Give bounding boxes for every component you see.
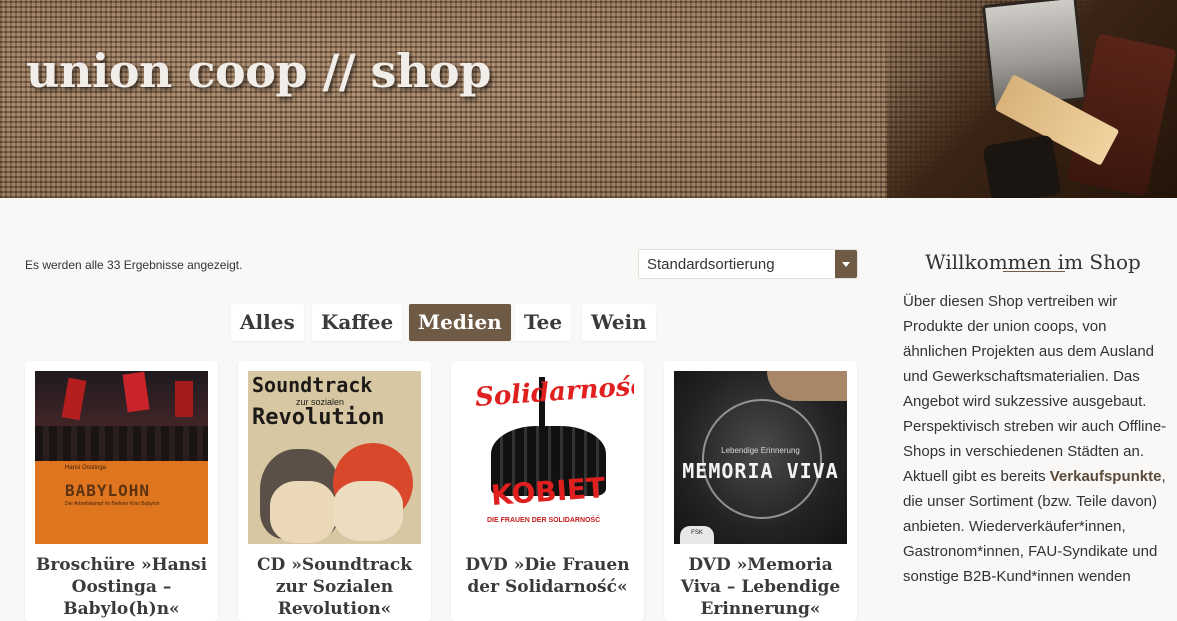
- product-card[interactable]: Lebendige Erinnerung MEMORIA VIVA FSK DV…: [664, 361, 857, 621]
- header-banner: union coop // shop: [0, 0, 1177, 198]
- product-title[interactable]: DVD »Die Frauen der Solidarność«: [457, 554, 638, 598]
- product-title[interactable]: Broschüre »Hansi Oostinga – Babylo(h)n«: [31, 554, 212, 620]
- product-image[interactable]: Hansi Oostinga BABYLOHN Der Arbeitskampf…: [35, 371, 208, 544]
- product-image[interactable]: Solidarność KOBIET DIE FRAUEN DER SOLIDA…: [461, 371, 634, 544]
- cover-main: KOBIET: [489, 471, 607, 512]
- filter-medien[interactable]: Medien: [409, 304, 511, 341]
- flag-icon: [175, 381, 193, 417]
- product-image[interactable]: Lebendige Erinnerung MEMORIA VIVA FSK: [674, 371, 847, 544]
- product-title[interactable]: DVD »Memoria Viva – Lebendige Erinnerung…: [670, 554, 851, 620]
- sidebar-text-rest: , die unser Sortiment (bzw. Teile davon)…: [903, 468, 1166, 585]
- cover-title: BABYLOHN: [65, 481, 151, 500]
- sort-select[interactable]: Standardsortierung: [638, 249, 858, 279]
- filter-wein[interactable]: Wein: [582, 304, 656, 341]
- product-image[interactable]: Soundtrack zur sozialen Revolution: [248, 371, 421, 544]
- crowd-image: [35, 426, 208, 461]
- figure-face: [270, 481, 336, 543]
- cover-author: Hansi Oostinga: [65, 465, 107, 471]
- verkaufspunkte-link[interactable]: Verkaufspunkte: [1050, 468, 1162, 485]
- chevron-down-icon[interactable]: [835, 250, 857, 278]
- filter-tee[interactable]: Tee: [515, 304, 572, 341]
- results-count: Es werden alle 33 Ergebnisse angezeigt.: [25, 258, 243, 272]
- site-title[interactable]: union coop // shop: [26, 44, 491, 98]
- cover-line-1: Soundtrack: [252, 373, 373, 397]
- sidebar-text: Über diesen Shop vertreiben wir Produkte…: [903, 289, 1171, 589]
- header-decoration: [887, 0, 1177, 198]
- bottle-image: [982, 134, 1062, 198]
- product-title[interactable]: CD »Soundtrack zur Sozialen Revolution«: [244, 554, 425, 620]
- hand-image: [767, 371, 847, 401]
- sidebar-text-intro: Über diesen Shop vertreiben wir Produkte…: [903, 293, 1167, 485]
- cover-subtitle: DIE FRAUEN DER SOLIDARNOŚĆ: [487, 517, 601, 524]
- cover-line-3: Revolution: [252, 405, 385, 430]
- figure-face: [333, 481, 403, 541]
- cover-small-title: Lebendige Erinnerung: [721, 446, 800, 455]
- cover-top: Solidarność: [474, 371, 634, 413]
- filter-alles[interactable]: Alles: [231, 304, 304, 341]
- product-card[interactable]: Hansi Oostinga BABYLOHN Der Arbeitskampf…: [25, 361, 218, 621]
- title-underline: [1003, 271, 1065, 272]
- product-card[interactable]: Soundtrack zur sozialen Revolution CD »S…: [238, 361, 431, 621]
- filter-kaffee[interactable]: Kaffee: [312, 304, 403, 341]
- fsk-badge: FSK: [680, 526, 714, 544]
- sort-select-value: Standardsortierung: [647, 256, 775, 273]
- cover-main: MEMORIA VIVA: [682, 459, 839, 483]
- cover-subtitle: Der Arbeitskampf im Berliner Kino Babylo…: [65, 501, 160, 507]
- product-card[interactable]: Solidarność KOBIET DIE FRAUEN DER SOLIDA…: [451, 361, 644, 621]
